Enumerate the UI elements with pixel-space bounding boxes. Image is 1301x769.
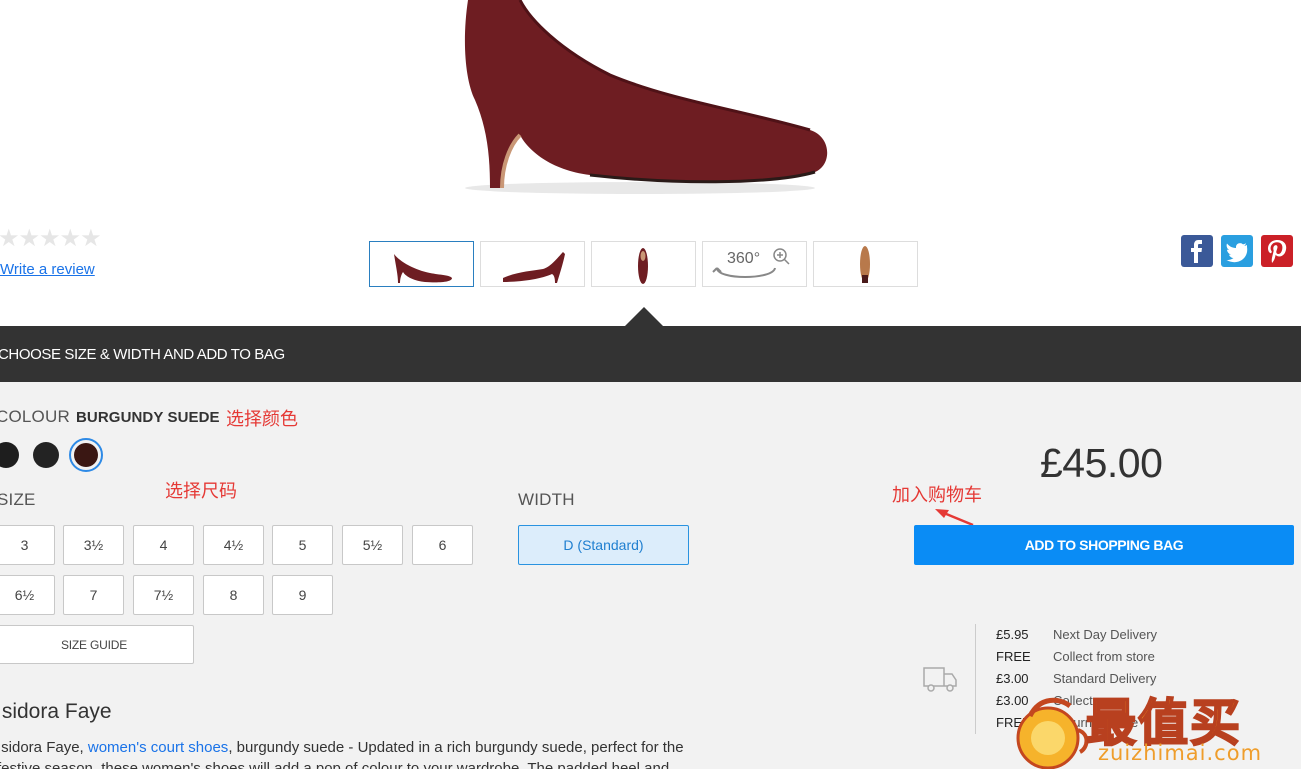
colour-swatch-black-2[interactable] [33,442,59,468]
pinterest-icon[interactable] [1261,235,1293,267]
shoe-side-icon [394,254,452,283]
colour-swatch-burgundy[interactable] [69,438,103,472]
shoe-angle-icon [503,252,565,283]
size-option[interactable]: 7½ [133,575,194,615]
width-option-standard[interactable]: D (Standard) [518,525,689,565]
delivery-price: £5.95 [996,627,1029,642]
add-to-shopping-bag-button[interactable]: ADD TO SHOPPING BAG [914,525,1294,565]
product-price: £45.00 [1040,440,1163,486]
size-option[interactable]: 4 [133,525,194,565]
colour-annotation: 选择颜色 [226,409,298,429]
delivery-price: £3.00 [996,671,1029,686]
twitter-icon[interactable] [1221,235,1253,267]
annotation-arrow-icon [935,509,974,527]
thumb-side-view[interactable] [369,241,474,287]
shoe-sole-icon [860,246,870,283]
write-review-link[interactable]: Write a review [0,261,95,278]
size-guide-button[interactable]: SIZE GUIDE [0,625,194,664]
delivery-divider [975,624,976,734]
size-option[interactable]: 5 [272,525,333,565]
colour-value: BURGUNDY SUEDE [76,409,220,426]
swatch-dot [74,443,98,467]
size-option[interactable]: 9 [272,575,333,615]
thumb-angle-view[interactable] [480,241,585,287]
size-selector-title: CHOOSE SIZE & WIDTH AND ADD TO BAG [0,346,285,363]
add-to-bag-annotation: 加入购物车 [892,485,982,505]
size-option[interactable]: 6½ [0,575,55,615]
size-option[interactable]: 8 [203,575,264,615]
svg-text:360°: 360° [727,250,760,267]
rotate-360-icon: 360° [712,248,790,278]
watermark-url: zuizhimai.com [1098,741,1263,765]
delivery-van-icon [923,667,957,692]
thumb-360-view[interactable]: 360° [702,241,807,287]
delivery-desc: Next Day Delivery [1053,627,1158,642]
size-label: SIZE [0,490,36,509]
rating-stars: ★★★★★ [0,224,102,252]
size-option[interactable]: 6 [412,525,473,565]
court-shoes-link[interactable]: women's court shoes [88,739,228,756]
product-description: Isidora Faye, women's court shoes, burgu… [0,737,717,769]
size-annotation: 选择尺码 [165,481,237,501]
thumb-top-view[interactable] [591,241,696,287]
colour-label: COLOUR [0,407,70,426]
shoe-top-icon [638,248,648,284]
delivery-desc: Collect from store [1053,649,1155,664]
width-label: WIDTH [518,490,575,509]
product-name: Isidora Faye [0,700,112,723]
size-option[interactable]: 4½ [203,525,264,565]
delivery-price: FREE [996,649,1031,664]
size-option[interactable]: 7 [63,575,124,615]
size-option[interactable]: 5½ [342,525,403,565]
size-option[interactable]: 3 [0,525,55,565]
product-hero-image [464,0,828,194]
description-text: Isidora Faye, [0,739,88,756]
facebook-icon[interactable] [1181,235,1213,267]
thumb-sole-view[interactable] [813,241,918,287]
size-option[interactable]: 3½ [63,525,124,565]
header-pointer [625,307,663,326]
